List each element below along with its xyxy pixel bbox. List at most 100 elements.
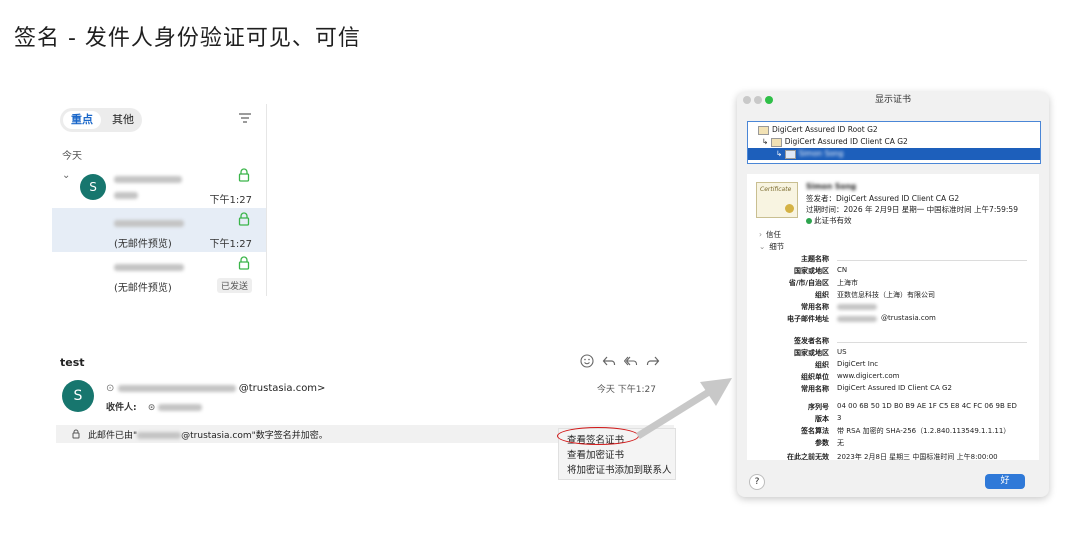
field-value: www.digicert.com (837, 372, 900, 380)
field-value: 带 RSA 加密的 SHA-256（1.2.840.113549.1.1.11） (837, 427, 1011, 435)
field-label: 省/市/自治区 (788, 279, 829, 287)
field-label: 在此之前无效 (787, 453, 829, 460)
chevron-down-icon: ⌄ (759, 242, 766, 251)
subject-name: Simon Song (806, 182, 857, 191)
tab-other[interactable]: 其他 (104, 111, 142, 129)
field-value: 2023年 2月8日 星期三 中国标准时间 上午8:00:00 (837, 453, 998, 460)
subject-redacted (114, 192, 138, 199)
field-value: 亚数信息科技（上海）有限公司 (837, 291, 935, 299)
mail-row[interactable]: (无邮件预览) 下午1:27 (52, 208, 266, 252)
chain-node-intermediate[interactable]: ↳ DigiCert Assured ID Client CA G2 (748, 136, 1040, 148)
mail-preview: (无邮件预览) (114, 283, 172, 294)
check-icon (806, 218, 812, 224)
certificate-chain-tree: DigiCert Assured ID Root G2 ↳ DigiCert A… (747, 121, 1041, 164)
dialog-title: 显示证书 (874, 95, 911, 105)
chain-node-label: DigiCert Assured ID Client CA G2 (784, 137, 908, 146)
field-value: US (837, 348, 847, 356)
slide-title: 签名 - 发件人身份验证可见、可信 (14, 26, 361, 51)
lock-icon (238, 212, 250, 226)
section-trust[interactable]: › 信任 (759, 229, 781, 240)
field-label: 常用名称 (801, 303, 829, 311)
divider (837, 260, 1027, 261)
contact-icon: ⊙ (147, 403, 156, 413)
lock-icon (72, 429, 80, 439)
mail-row[interactable]: (无邮件预览) 已发送 (52, 252, 266, 296)
reply-icon[interactable] (602, 354, 616, 368)
arrow-graphic (636, 378, 732, 439)
banner-text: 此邮件已由" @trustasia.com"数字签名并加密。 (88, 428, 328, 441)
mail-preview: (无邮件预览) (114, 239, 172, 250)
sender-address-redacted (117, 384, 236, 392)
certificate-large-icon: Certificate (756, 182, 798, 218)
field-label: 签发者名称 (794, 337, 829, 345)
field-label: 组织单位 (801, 373, 829, 381)
field-label: 签名算法 (801, 427, 829, 435)
field-value: CN (837, 266, 848, 274)
chain-node-label: DigiCert Assured ID Root G2 (772, 125, 878, 134)
field-value: DigiCert Inc (837, 360, 879, 368)
common-name-redacted (837, 304, 877, 310)
avatar: S (80, 174, 106, 200)
chain-node-label: Simon Song (798, 149, 844, 158)
chevron-down-icon[interactable]: ⌄ (62, 170, 70, 181)
sender-address-domain: @trustasia.com> (238, 383, 326, 394)
inbox-segmented-control: 重点 其他 (60, 108, 142, 132)
chain-node-root[interactable]: DigiCert Assured ID Root G2 (748, 124, 1040, 136)
expiry-line: 过期时间：2026 年 2月9日 星期一 中国标准时间 上午7:59:59 (806, 205, 1018, 214)
mail-list-panel: 重点 其他 今天 ⌄ S 下午1:27 (无邮件预览) 下午1:27 (无邮件预… (52, 104, 267, 296)
from-line: ⊙ @trustasia.com> (106, 383, 325, 394)
chevron-right-icon: › (759, 230, 762, 239)
emoji-icon[interactable] (580, 354, 594, 368)
sent-badge: 已发送 (216, 278, 252, 293)
email-redacted (837, 316, 877, 322)
forward-icon[interactable] (646, 354, 660, 368)
chain-node-leaf[interactable]: ↳ Simon Song (748, 148, 1040, 160)
field-value: 无 (837, 439, 844, 447)
field-label: 电子邮件地址 (787, 315, 829, 323)
reply-all-icon[interactable] (624, 354, 638, 368)
divider (837, 342, 1027, 343)
field-value: 上海市 (837, 279, 858, 287)
mail-time: 下午1:27 (209, 195, 252, 206)
field-label: 组织 (815, 291, 829, 299)
certificate-details: Certificate Simon Song 签发者：DigiCert Assu… (747, 174, 1039, 460)
mail-time: 下午1:27 (209, 239, 252, 250)
valid-status: 此证书有效 (806, 215, 852, 226)
mail-row[interactable]: ⌄ S 下午1:27 (52, 164, 266, 208)
field-value: 04 00 6B 50 1D B0 B9 AE 1F C5 E8 4C FC 0… (837, 402, 1017, 410)
tab-focused[interactable]: 重点 (63, 111, 101, 129)
certificate-icon (770, 137, 782, 147)
field-label: 国家或地区 (794, 267, 829, 275)
certificate-icon (758, 125, 769, 135)
sender-redacted (114, 176, 182, 183)
certificate-dialog: 显示证书 DigiCert Assured ID Root G2 ↳ DigiC… (737, 92, 1049, 497)
date-group-header: 今天 (62, 151, 82, 162)
banner-suffix: @trustasia.com"数字签名并加密。 (181, 431, 328, 441)
contact-icon: ⊙ (106, 383, 115, 394)
recipient-label: 收件人: (106, 403, 137, 413)
section-label: 信任 (766, 230, 781, 239)
banner-sender-redacted (137, 432, 182, 439)
field-label: 组织 (815, 361, 829, 369)
section-details[interactable]: ⌄ 细节 (759, 241, 784, 252)
filter-icon[interactable] (238, 112, 252, 124)
field-label: 参数 (815, 439, 829, 447)
issuer-line: 签发者：DigiCert Assured ID Client CA G2 (806, 194, 960, 203)
field-value: 3 (837, 414, 842, 422)
field-label: 版本 (815, 415, 829, 423)
message-subject: test (60, 356, 85, 369)
field-label: 国家或地区 (794, 349, 829, 357)
lock-icon (238, 168, 250, 182)
certificate-icon (784, 149, 796, 159)
field-label: 主题名称 (801, 255, 829, 263)
field-value: @trustasia.com (881, 314, 936, 322)
lock-icon (238, 256, 250, 270)
sender-avatar: S (62, 380, 94, 412)
ok-button[interactable]: 好 (985, 474, 1025, 489)
menu-add-cert-to-contact[interactable]: 将加密证书添加到联系人 (567, 462, 672, 476)
recipient-row: 收件人: ⊙ (106, 400, 203, 413)
help-button[interactable]: ? (749, 474, 765, 490)
recipient-redacted (158, 404, 203, 411)
field-label: 序列号 (808, 403, 829, 411)
banner-prefix: 此邮件已由" (88, 431, 138, 441)
